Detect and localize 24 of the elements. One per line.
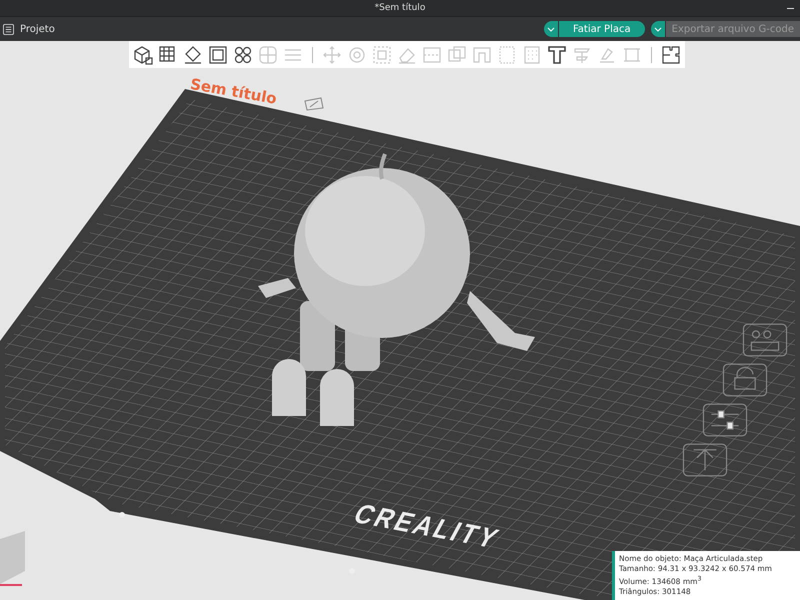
plate-title: Sem título xyxy=(188,75,278,108)
orient-tool-icon[interactable] xyxy=(183,44,203,64)
puzzle-tool-icon[interactable] xyxy=(661,44,681,64)
sliders-icon[interactable] xyxy=(700,403,750,437)
view-cube-drawing xyxy=(0,529,25,586)
lock-icon[interactable] xyxy=(720,363,770,397)
action-button[interactable]: Fatiar Placa xyxy=(558,21,645,37)
objects-icon[interactable] xyxy=(740,323,790,357)
add-tool-icon[interactable] xyxy=(133,44,153,64)
edit-icon[interactable] xyxy=(304,97,324,111)
split-tool-icon[interactable] xyxy=(233,44,253,64)
project-menu[interactable]: Projeto xyxy=(0,24,55,34)
arrow-up-icon[interactable] xyxy=(680,443,730,477)
dropdown-button[interactable] xyxy=(650,21,665,37)
window-title: *Sem título xyxy=(374,3,426,13)
dropdown-button[interactable] xyxy=(544,21,558,37)
bed-logo: CREALITY xyxy=(348,498,506,556)
text-tool-icon[interactable] xyxy=(547,44,567,64)
caret-icon xyxy=(546,26,555,32)
minimize-icon[interactable] xyxy=(787,8,794,9)
arrange-tool-icon[interactable] xyxy=(208,44,228,64)
menu-label: Projeto xyxy=(20,24,55,34)
caret-icon xyxy=(654,26,662,32)
menu-icon xyxy=(3,24,14,34)
